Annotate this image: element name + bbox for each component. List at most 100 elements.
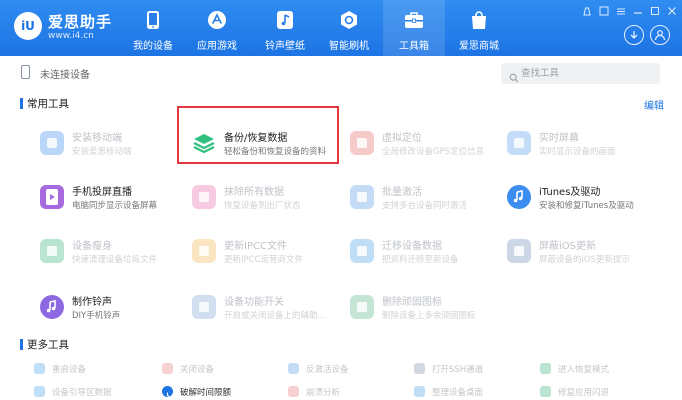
more-tool-restart[interactable]: 重启设备 [34, 362, 144, 376]
more-tool-crash[interactable]: 崩溃分析 [288, 385, 398, 399]
more-tool-repair[interactable]: 修复应用闪退 [540, 385, 650, 399]
nav-store[interactable]: 爱思商城 [448, 0, 510, 56]
tool-block-update[interactable]: 屏蔽iOS更新屏蔽设备的iOS更新提示 [507, 232, 657, 274]
nav-label: 铃声壁纸 [265, 41, 305, 52]
nav-label: 我的设备 [133, 41, 173, 52]
tool-migrate[interactable]: 迁移设备数据 把资料迁移至新设备 [350, 232, 500, 274]
cast-icon [40, 185, 64, 209]
device-status: 未连接设备 [40, 70, 90, 81]
minimize-icon[interactable] [631, 5, 645, 17]
i4-mobile-icon [40, 131, 64, 155]
tool-name: 更新IPCC文件 [224, 241, 287, 252]
search-input[interactable] [521, 66, 653, 81]
tool-name: 设备瘦身 [72, 241, 112, 252]
tool-name: 抹除所有数据 [224, 187, 284, 198]
tool-location[interactable]: 虚拟定位全局修改设备GPS定位信息 [350, 124, 500, 166]
tool-name: 制作铃声 [72, 297, 112, 308]
tool-i4-mobile[interactable]: 安装移动端安装爱思移动端 [40, 124, 190, 166]
desktop-icon [414, 386, 425, 397]
tool-description: 更新IPCC运营商文件 [224, 255, 304, 265]
tool-name: 删除顽固图标 [382, 297, 442, 308]
tool-description: 开启或关闭设备上的辅助... [224, 311, 326, 321]
more-tool-name: 整理设备桌面 [432, 388, 484, 398]
search-box[interactable] [501, 63, 660, 84]
erase-icon [192, 185, 216, 209]
clock-icon [162, 386, 173, 397]
tool-erase[interactable]: 抹除所有数据恢复设备到出厂状态 [192, 178, 342, 220]
tool-description: 屏蔽设备的iOS更新提示 [539, 255, 630, 265]
top-bar: iU 爱思助手 www.i4.cn 我的设备 应用游戏 铃声壁纸 智能刷机 工具… [0, 0, 682, 56]
more-tool-boot-data[interactable]: 设备引导区数据 [34, 385, 144, 399]
tool-name: 设备功能开关 [224, 297, 284, 308]
tool-name: 迁移设备数据 [382, 241, 442, 252]
tool-delete[interactable]: 删除顽固图标删除设备上多余顽固图标 [350, 288, 500, 330]
nav-apps-games[interactable]: 应用游戏 [186, 0, 248, 56]
tool-activate[interactable]: 批量激活 支持多台设备同时激活 [350, 178, 500, 220]
delete-icon [350, 295, 374, 319]
more-tool-recovery[interactable]: 进入恢复模式 [540, 362, 650, 376]
close-icon[interactable] [665, 5, 679, 17]
tool-name: 屏蔽iOS更新 [539, 241, 596, 252]
toolbox-icon [403, 9, 425, 31]
ssh-icon [414, 363, 425, 374]
phone-icon [142, 9, 164, 31]
more-tool-name: 崩溃分析 [306, 388, 341, 398]
more-tool-name: 反激活设备 [306, 365, 349, 375]
deactivate-icon [288, 363, 299, 374]
tool-clean[interactable]: 设备瘦身快速清理设备垃圾文件 [40, 232, 190, 274]
section-title-common: 常用工具 [27, 98, 69, 110]
tool-description: 删除设备上多余顽固图标 [382, 311, 476, 321]
skin-icon[interactable] [580, 5, 594, 17]
boot-data-icon [34, 386, 45, 397]
tool-ipcc[interactable]: 更新IPCC文件更新IPCC运营商文件 [192, 232, 342, 274]
more-tool-deactivate[interactable]: 反激活设备 [288, 362, 398, 376]
tool-name: 批量激活 [382, 187, 422, 198]
more-tool-desktop[interactable]: 整理设备桌面 [414, 385, 524, 399]
tool-name: 虚拟定位 [382, 133, 422, 144]
menu-icon[interactable] [614, 5, 628, 17]
more-tool-ssh[interactable]: 打开SSH通道 [414, 362, 524, 376]
tool-description: 安装爱思移动端 [72, 147, 132, 157]
tool-name: iTunes及驱动 [539, 187, 601, 198]
ipcc-icon [192, 239, 216, 263]
tool-screen[interactable]: 实时屏幕 实时显示设备的画面 [507, 124, 657, 166]
tool-music[interactable]: iTunes及驱动安装和修复iTunes及驱动 [507, 178, 657, 220]
more-tool-power[interactable]: 关闭设备 [162, 362, 272, 376]
nav-toolbox[interactable]: 工具箱 [383, 0, 445, 56]
more-tool-name: 修复应用闪退 [558, 388, 610, 398]
device-phone-icon [21, 65, 30, 79]
restart-icon [34, 363, 45, 374]
section-title-more: 更多工具 [27, 339, 69, 351]
nav-my-device[interactable]: 我的设备 [122, 0, 184, 56]
more-tool-name: 重启设备 [52, 365, 87, 375]
highlight-box [177, 106, 339, 164]
tool-description: 全局修改设备GPS定位信息 [382, 147, 485, 157]
power-icon [162, 363, 173, 374]
tool-switch[interactable]: 设备功能开关开启或关闭设备上的辅助... [192, 288, 342, 330]
section-marker [20, 98, 23, 109]
feedback-icon[interactable] [597, 5, 611, 17]
search-icon [509, 68, 519, 83]
store-icon [468, 9, 490, 31]
recovery-icon [540, 363, 551, 374]
tool-description: 实时显示设备的画面 [539, 147, 616, 157]
nav-ringtone-wallpaper[interactable]: 铃声壁纸 [254, 0, 316, 56]
nav-smart-flash[interactable]: 智能刷机 [318, 0, 380, 56]
nav-label: 智能刷机 [329, 41, 369, 52]
maximize-icon[interactable] [648, 5, 662, 17]
user-icon[interactable] [650, 25, 670, 45]
ringtone-icon [274, 9, 296, 31]
tool-description: 恢复设备到出厂状态 [224, 201, 301, 211]
repair-icon [540, 386, 551, 397]
flash-icon [338, 9, 360, 31]
edit-link[interactable]: 编辑 [644, 97, 664, 112]
more-tool-clock[interactable]: 破解时间限额 [162, 385, 272, 399]
crash-icon [288, 386, 299, 397]
more-tool-name: 打开SSH通道 [432, 365, 484, 375]
tool-cast[interactable]: 手机投屏直播 电脑同步显示设备屏幕 [40, 178, 190, 220]
tool-ringtone-maker[interactable]: 制作铃声 DIY手机铃声 [40, 288, 190, 330]
download-icon[interactable] [624, 25, 644, 45]
tool-description: 安装和修复iTunes及驱动 [539, 201, 634, 211]
tool-name: 安装移动端 [72, 133, 122, 144]
tool-description: 快速清理设备垃圾文件 [72, 255, 158, 265]
